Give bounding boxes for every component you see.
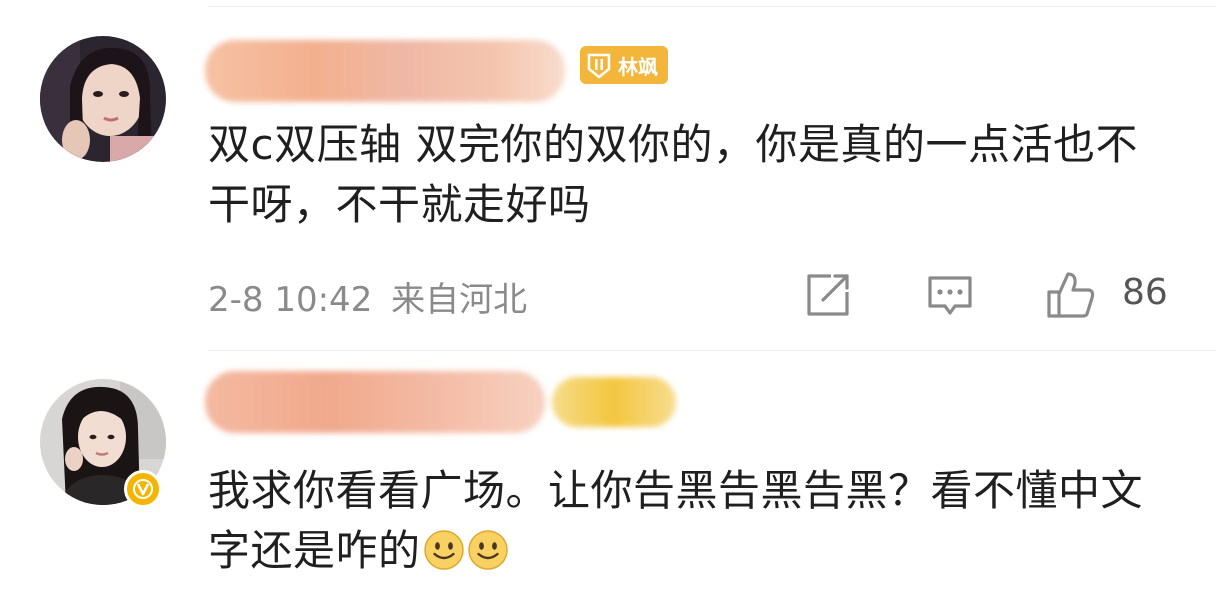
username-tag-redacted	[552, 377, 676, 427]
level-1-badge-icon	[584, 50, 614, 80]
username-redacted	[205, 371, 545, 433]
comment-location: 来自河北	[391, 280, 528, 320]
comment-text: 我求你看看广场。让你告黑告黑告黑？看不懂中文字还是咋的	[208, 461, 1158, 581]
comment-date: 2-8 10:42	[208, 280, 373, 320]
level-badge[interactable]: 林飒	[580, 46, 668, 84]
username-redacted	[205, 40, 565, 102]
comment-meta: 2-8 10:42 来自河北	[208, 272, 527, 321]
comment-item-1: 林飒 双c双压轴 双完你的双你的，你是真的一点活也不干呀，不干就走好吗 2-8 …	[0, 0, 1216, 350]
verified-v-icon	[124, 470, 162, 508]
like-count: 86	[1122, 272, 1168, 313]
comment-text-content: 我求你看看广场。让你告黑告黑告黑？看不懂中文字还是咋的	[208, 466, 1144, 575]
comment-item-2: 我求你看看广场。让你告黑告黑告黑？看不懂中文字还是咋的	[0, 351, 1216, 603]
share-icon[interactable]	[803, 270, 853, 320]
thumb-up-icon[interactable]	[1046, 270, 1096, 320]
comment-icon[interactable]	[925, 270, 975, 320]
avatar[interactable]	[40, 36, 166, 162]
level-badge-label: 林飒	[618, 54, 658, 79]
smiley-emoji-icon	[423, 527, 465, 570]
smiley-emoji-icon	[467, 527, 509, 570]
comment-text: 双c双压轴 双完你的双你的，你是真的一点活也不干呀，不干就走好吗	[208, 120, 1138, 229]
